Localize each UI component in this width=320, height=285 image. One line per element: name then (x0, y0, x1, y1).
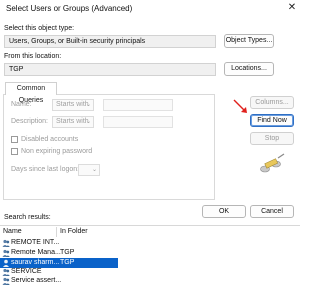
close-icon[interactable]: ✕ (285, 1, 299, 15)
search-binoculars-icon (260, 153, 285, 173)
window-title: Select Users or Groups (Advanced) (6, 4, 133, 13)
list-item-name[interactable]: SERVICE (11, 268, 42, 275)
group-icon (2, 249, 10, 257)
group-icon (2, 239, 10, 247)
non-expiring-password-checkbox[interactable] (11, 148, 18, 155)
list-item-folder: TGP (60, 259, 75, 266)
name-mode-value: Starts with (56, 101, 89, 108)
list-item-name[interactable]: Service assert... (11, 277, 61, 284)
chevron-down-icon: ⌄ (91, 167, 97, 173)
find-now-button[interactable]: Find Now (250, 114, 294, 127)
tab-common-queries[interactable]: Common Queries (5, 82, 57, 104)
days-since-logon-label: Days since last logon: (11, 166, 80, 173)
object-types-button[interactable]: Object Types... (224, 34, 274, 48)
disabled-accounts-label: Disabled accounts (21, 136, 79, 143)
location-field: TGP (4, 63, 216, 76)
list-item-name[interactable]: REMOTE INT... (11, 239, 59, 246)
chevron-down-icon: ⌄ (85, 102, 91, 108)
locations-button[interactable]: Locations... (224, 62, 274, 76)
name-input[interactable] (103, 99, 173, 111)
list-item-name[interactable]: Remote Mana... (11, 249, 61, 256)
red-arrow-annotation (233, 99, 247, 113)
description-mode-value: Starts with (56, 118, 89, 125)
location-label: From this location: (4, 53, 62, 60)
column-header-name[interactable]: Name (3, 228, 22, 235)
object-type-field: Users, Groups, or Built-in security prin… (4, 35, 216, 48)
description-label: Description: (11, 118, 48, 125)
list-item-folder: TGP (60, 249, 75, 256)
group-icon (2, 268, 10, 276)
disabled-accounts-checkbox[interactable] (11, 136, 18, 143)
description-input[interactable] (103, 116, 173, 128)
cancel-button[interactable]: Cancel (250, 205, 294, 218)
search-results-label: Search results: (4, 214, 51, 221)
name-label: Name: (11, 101, 32, 108)
chevron-down-icon: ⌄ (85, 119, 91, 125)
ok-button[interactable]: OK (202, 205, 246, 218)
column-separator (56, 227, 57, 237)
description-mode-select[interactable]: Starts with ⌄ (52, 116, 94, 128)
name-mode-select[interactable]: Starts with ⌄ (52, 99, 94, 111)
object-type-label: Select this object type: (4, 25, 75, 32)
days-since-logon-select[interactable]: ⌄ (78, 164, 100, 176)
stop-button[interactable]: Stop (250, 132, 294, 145)
columns-button[interactable]: Columns... (250, 96, 294, 109)
column-header-in-folder[interactable]: In Folder (60, 228, 88, 235)
non-expiring-password-label: Non expiring password (21, 148, 93, 155)
list-item-name[interactable]: saurav sharm... (11, 259, 59, 266)
user-icon (3, 259, 9, 267)
group-icon (2, 277, 10, 285)
